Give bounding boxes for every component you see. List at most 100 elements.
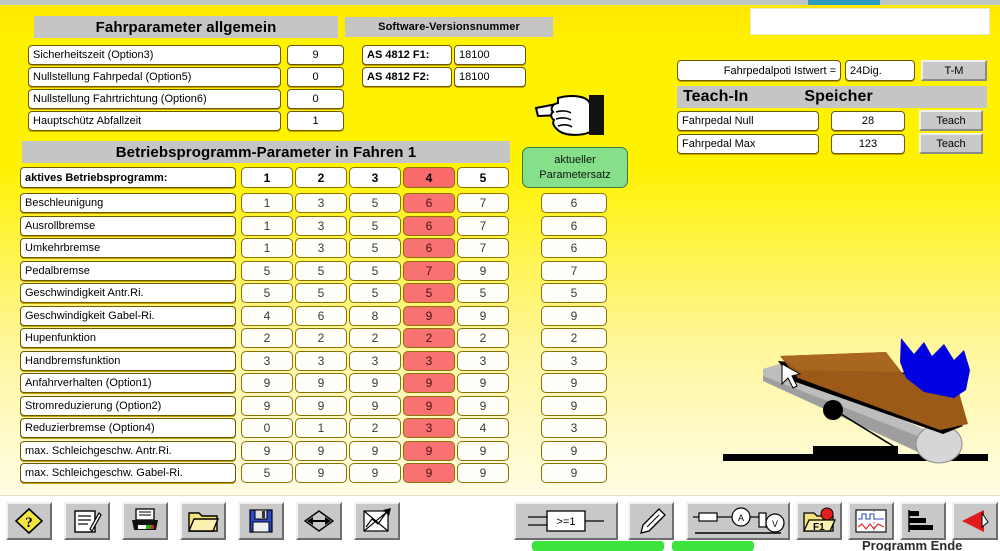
edit-note-button[interactable] (64, 502, 110, 540)
program-cell[interactable]: 9 (403, 373, 455, 393)
current-parameter-cell[interactable]: 3 (541, 418, 607, 438)
program-cell[interactable]: 9 (349, 441, 401, 461)
program-cell[interactable]: 1 (241, 238, 293, 258)
program-row-label[interactable]: Ausrollbremse (20, 216, 236, 236)
current-parameter-cell[interactable]: 7 (541, 261, 607, 281)
program-cell[interactable]: 3 (295, 193, 347, 213)
program-cell[interactable]: 9 (349, 373, 401, 393)
general-row-label-3[interactable]: Hauptschütz Abfallzeit (28, 111, 281, 131)
active-window-tab[interactable] (808, 0, 880, 5)
program-cell[interactable]: 9 (295, 373, 347, 393)
program-cell[interactable]: 5 (349, 283, 401, 303)
pedal-poti-value[interactable]: 24Dig. (845, 60, 915, 81)
back-button[interactable] (952, 502, 998, 540)
program-cell[interactable]: 9 (241, 396, 293, 416)
general-row-value-3[interactable]: 1 (287, 111, 344, 131)
program-cell[interactable]: 2 (457, 328, 509, 348)
transfer-button[interactable] (296, 502, 342, 540)
program-cell[interactable]: 9 (295, 441, 347, 461)
program-row-label[interactable]: Pedalbremse (20, 261, 236, 281)
program-cell[interactable]: 3 (295, 216, 347, 236)
program-cell[interactable]: 6 (403, 238, 455, 258)
program-cell[interactable]: 9 (403, 306, 455, 326)
software-version-label-1[interactable]: AS 4812 F2: (362, 67, 452, 87)
program-cell[interactable]: 5 (349, 216, 401, 236)
program-cell[interactable]: 9 (457, 306, 509, 326)
teach-row-label-1[interactable]: Fahrpedal Max (677, 134, 819, 154)
save-button[interactable] (238, 502, 284, 540)
measure-button[interactable]: A V (686, 502, 790, 540)
teach-button-1[interactable]: Teach (919, 133, 983, 154)
program-row-label[interactable]: Stromreduzierung (Option2) (20, 396, 236, 416)
program-cell[interactable]: 1 (241, 193, 293, 213)
program-cell[interactable]: 3 (457, 351, 509, 371)
program-cell[interactable]: 3 (403, 351, 455, 371)
program-cell[interactable]: 9 (457, 373, 509, 393)
program-row-label[interactable]: Geschwindigkeit Antr.Ri. (20, 283, 236, 303)
program-cell[interactable]: 1 (241, 216, 293, 236)
program-row-label[interactable]: Anfahrverhalten (Option1) (20, 373, 236, 393)
open-button[interactable] (180, 502, 226, 540)
program-cell[interactable]: 7 (457, 193, 509, 213)
program-cell[interactable]: 2 (403, 328, 455, 348)
program-cell[interactable]: 2 (295, 328, 347, 348)
program-cell[interactable]: 9 (457, 441, 509, 461)
program-cell[interactable]: 9 (457, 261, 509, 281)
program-row-label[interactable]: Handbremsfunktion (20, 351, 236, 371)
current-parameter-cell[interactable]: 6 (541, 193, 607, 213)
program-cell[interactable]: 9 (403, 463, 455, 483)
teach-row-value-1[interactable]: 123 (831, 134, 905, 154)
program-cell[interactable]: 5 (349, 193, 401, 213)
logic-gate-button[interactable]: >=1 (514, 502, 618, 540)
teach-button-0[interactable]: Teach (919, 110, 983, 131)
software-version-value-1[interactable]: 18100 (454, 67, 526, 87)
program-row-label[interactable]: Geschwindigkeit Gabel-Ri. (20, 306, 236, 326)
program-cell[interactable]: 3 (349, 351, 401, 371)
current-parameter-cell[interactable]: 9 (541, 306, 607, 326)
program-cell[interactable]: 2 (349, 328, 401, 348)
clear-chart-button[interactable] (354, 502, 400, 540)
program-row-label[interactable]: max. Schleichgeschw. Antr.Ri. (20, 441, 236, 461)
program-column-header-4[interactable]: 4 (403, 167, 455, 188)
program-cell[interactable]: 4 (241, 306, 293, 326)
current-parameter-cell[interactable]: 2 (541, 328, 607, 348)
program-cell[interactable]: 9 (349, 396, 401, 416)
program-cell[interactable]: 6 (403, 193, 455, 213)
general-row-label-1[interactable]: Nullstellung Fahrpedal (Option5) (28, 67, 281, 87)
program-cell[interactable]: 5 (241, 463, 293, 483)
program-row-label[interactable]: Hupenfunktion (20, 328, 236, 348)
program-column-header-5[interactable]: 5 (457, 167, 509, 188)
program-cell[interactable]: 6 (403, 216, 455, 236)
program-cell[interactable]: 7 (457, 216, 509, 236)
program-row-label[interactable]: max. Schleichgeschw. Gabel-Ri. (20, 463, 236, 483)
general-row-label-0[interactable]: Sicherheitszeit (Option3) (28, 45, 281, 65)
current-parameter-cell[interactable]: 6 (541, 216, 607, 236)
program-cell[interactable]: 9 (457, 463, 509, 483)
program-cell[interactable]: 1 (295, 418, 347, 438)
software-version-value-0[interactable]: 18100 (454, 45, 526, 65)
program-cell[interactable]: 5 (241, 283, 293, 303)
current-parameter-cell[interactable]: 9 (541, 373, 607, 393)
program-row-label[interactable]: Reduzierbremse (Option4) (20, 418, 236, 438)
program-cell[interactable]: 9 (403, 441, 455, 461)
program-cell[interactable]: 9 (457, 396, 509, 416)
program-row-label[interactable]: Beschleunigung (20, 193, 236, 213)
program-cell[interactable]: 3 (295, 351, 347, 371)
program-column-header-1[interactable]: 1 (241, 167, 293, 188)
program-column-header-3[interactable]: 3 (349, 167, 401, 188)
program-cell[interactable]: 6 (295, 306, 347, 326)
general-row-value-0[interactable]: 9 (287, 45, 344, 65)
program-cell[interactable]: 9 (403, 396, 455, 416)
program-cell[interactable]: 5 (457, 283, 509, 303)
tm-button[interactable]: T-M (921, 60, 987, 81)
program-cell[interactable]: 9 (349, 463, 401, 483)
program-cell[interactable]: 3 (241, 351, 293, 371)
program-cell[interactable]: 9 (241, 441, 293, 461)
bars-button[interactable] (900, 502, 946, 540)
current-parameter-cell[interactable]: 9 (541, 463, 607, 483)
current-parameter-cell[interactable]: 5 (541, 283, 607, 303)
program-cell[interactable]: 3 (295, 238, 347, 258)
program-cell[interactable]: 5 (349, 261, 401, 281)
top-message-box[interactable] (750, 8, 990, 35)
program-cell[interactable]: 2 (241, 328, 293, 348)
